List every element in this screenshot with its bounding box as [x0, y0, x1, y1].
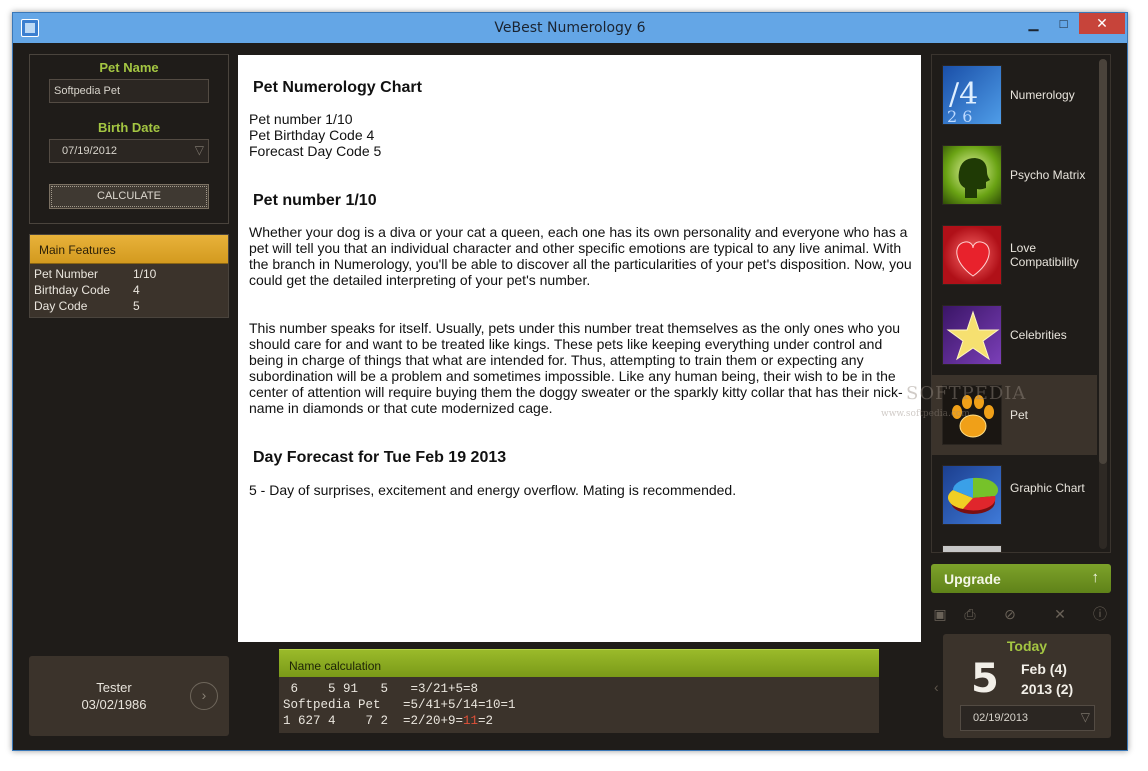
calc-row-part: 1 627 4 7 2 =2/20+9=: [283, 714, 464, 728]
pet-number-description: This number speaks for itself. Usually, …: [249, 320, 903, 416]
birth-date-value: 07/19/2012: [62, 145, 118, 157]
numerology-icon: /4 2 6: [942, 65, 1002, 126]
summary-line: Forecast Day Code 5: [249, 143, 382, 159]
pet-name-label: Pet Name: [99, 60, 159, 75]
today-month-code: Feb (4): [1021, 661, 1067, 677]
pet-number-intro: Whether your dog is a diva or your cat a…: [249, 224, 912, 288]
report-heading: Pet Numerology Chart: [253, 79, 422, 96]
calc-row: 6 5 91 5 =3/21+5=8: [283, 682, 479, 696]
calc-row-part: =2: [478, 714, 494, 728]
today-day-code: 5: [971, 656, 999, 702]
pet-input-panel: Pet Name Softpedia Pet Birth Date 07/19/…: [29, 54, 229, 224]
dropdown-arrow-icon[interactable]: ▽: [1081, 710, 1090, 724]
today-date-picker[interactable]: 02/19/2013 ▽: [960, 705, 1095, 731]
svg-text:2 6: 2 6: [947, 107, 972, 126]
forecast-text: 5 - Day of surprises, excitement and ene…: [249, 482, 737, 498]
watermark-url: www.softpedia.com: [881, 409, 970, 419]
name-calculation-panel: Name calculation 6 5 91 5 =3/21+5=8 Soft…: [279, 649, 879, 733]
today-label: Today: [1006, 638, 1048, 654]
feature-row: Pet Number 1/10: [30, 267, 228, 283]
heart-icon: [942, 225, 1002, 285]
pie-chart-icon: [942, 465, 1002, 525]
tools-icon[interactable]: ✕: [1051, 605, 1069, 623]
user-profile-box[interactable]: Tester 03/02/1986 ›: [29, 656, 229, 736]
maximize-button[interactable]: □: [1049, 13, 1078, 34]
feature-value: 5: [133, 299, 140, 313]
module-label: Love Compatibility: [1010, 241, 1079, 269]
info-icon[interactable]: ⓘ: [1091, 605, 1109, 623]
master-number: 11: [463, 714, 479, 728]
module-love-compatibility[interactable]: Love Compatibility: [932, 215, 1097, 295]
minimize-button[interactable]: ▁: [1019, 13, 1048, 34]
next-arrow-icon[interactable]: ›: [190, 682, 218, 710]
upgrade-label: Upgrade: [944, 571, 1001, 587]
birth-date-label: Birth Date: [97, 120, 161, 135]
today-year-code: 2013 (2): [1021, 681, 1074, 697]
psycho-matrix-icon: [942, 145, 1002, 205]
module-next-partial[interactable]: [932, 535, 1097, 552]
user-name: Tester: [96, 680, 132, 695]
module-label: Psycho Matrix: [1010, 168, 1086, 182]
module-scrollbar-thumb[interactable]: [1099, 59, 1107, 464]
feature-key: Pet Number: [34, 267, 99, 281]
cancel-icon[interactable]: ⊘: [1001, 605, 1019, 623]
dropdown-arrow-icon[interactable]: ▽: [195, 143, 204, 157]
app-window: VeBest Numerology 6 ▁ □ ✕ Pet Name Softp…: [12, 12, 1128, 751]
today-date-value: 02/19/2013: [973, 712, 1029, 724]
name-calculation-header: Name calculation: [279, 649, 879, 677]
up-arrow-icon: ↑: [1091, 569, 1100, 586]
previous-day-arrow-icon[interactable]: ‹: [934, 679, 939, 695]
module-psycho-matrix[interactable]: Psycho Matrix: [932, 135, 1097, 215]
module-numerology[interactable]: /4 2 6 Numerology: [932, 55, 1097, 135]
calculate-button[interactable]: CALCULATE: [49, 184, 209, 209]
feature-row: Day Code 5: [30, 299, 228, 315]
today-panel: Today 5 Feb (4) 2013 (2) 02/19/2013 ▽: [943, 634, 1111, 738]
feature-key: Day Code: [34, 299, 88, 313]
calc-row: 1 627 4 7 2 =2/20+9=11=2: [283, 714, 493, 728]
save-icon[interactable]: ▣: [931, 605, 949, 623]
module-celebrities[interactable]: Celebrities: [932, 295, 1097, 375]
module-label: Graphic Chart: [1010, 481, 1085, 495]
module-icon: [942, 545, 1002, 552]
module-label: Numerology: [1010, 88, 1075, 102]
title-bar[interactable]: VeBest Numerology 6 ▁ □ ✕: [13, 13, 1127, 43]
feature-row: Birthday Code 4: [30, 283, 228, 299]
birth-date-picker[interactable]: 07/19/2012 ▽: [49, 139, 209, 163]
module-list: /4 2 6 Numerology Psycho Matrix Love Comp…: [931, 54, 1111, 553]
main-features-header: Main Features: [30, 235, 228, 264]
report-view: Pet Numerology Chart Pet number 1/10 Pet…: [238, 55, 921, 642]
calc-row: Softpedia Pet =5/41+5/14=10=1: [283, 698, 516, 712]
upgrade-button[interactable]: Upgrade ↑: [931, 564, 1111, 593]
module-label: Celebrities: [1010, 328, 1067, 342]
print-icon[interactable]: ⎙: [961, 605, 979, 623]
watermark: SOFTPEDIA: [906, 383, 1027, 404]
pet-number-heading: Pet number 1/10: [253, 192, 377, 209]
module-graphic-chart[interactable]: Graphic Chart: [932, 455, 1097, 535]
forecast-heading: Day Forecast for Tue Feb 19 2013: [253, 449, 507, 466]
close-button[interactable]: ✕: [1079, 13, 1125, 34]
summary-line: Pet number 1/10: [249, 111, 353, 127]
feature-value: 1/10: [133, 267, 157, 281]
feature-key: Birthday Code: [34, 283, 111, 297]
main-features-panel: Main Features Pet Number 1/10 Birthday C…: [29, 234, 229, 318]
summary-line: Pet Birthday Code 4: [249, 127, 375, 143]
pet-name-input[interactable]: Softpedia Pet: [49, 79, 209, 103]
star-icon: [942, 305, 1002, 365]
feature-value: 4: [133, 283, 140, 297]
module-label: Pet: [1010, 408, 1029, 422]
window-title: VeBest Numerology 6: [494, 20, 646, 36]
user-birth-date: 03/02/1986: [81, 697, 147, 712]
